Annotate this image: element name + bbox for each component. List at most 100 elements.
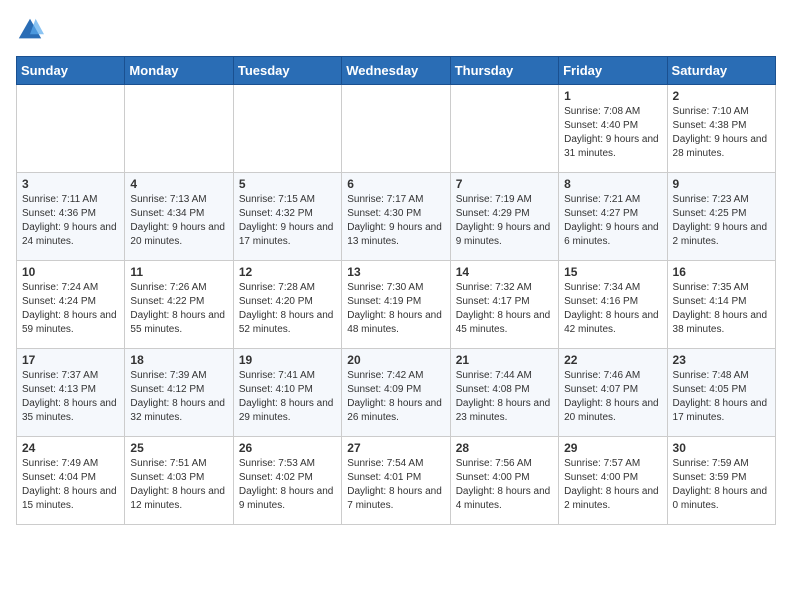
day-number: 11 — [130, 265, 227, 279]
day-number: 25 — [130, 441, 227, 455]
calendar-cell: 23 Sunrise: 7:48 AM Sunset: 4:05 PM Dayli… — [667, 349, 775, 437]
day-info: Sunrise: 7:32 AM Sunset: 4:17 PM Dayligh… — [456, 281, 553, 337]
day-number: 22 — [564, 353, 661, 367]
calendar-cell: 13 Sunrise: 7:30 AM Sunset: 4:19 PM Dayli… — [342, 261, 450, 349]
day-number: 16 — [673, 265, 770, 279]
calendar-cell — [342, 85, 450, 173]
page-header — [16, 16, 776, 44]
calendar-cell: 14 Sunrise: 7:32 AM Sunset: 4:17 PM Dayli… — [450, 261, 558, 349]
calendar-cell — [17, 85, 125, 173]
day-number: 2 — [673, 89, 770, 103]
weekday-header-saturday: Saturday — [667, 57, 775, 85]
calendar-cell: 10 Sunrise: 7:24 AM Sunset: 4:24 PM Dayli… — [17, 261, 125, 349]
day-info: Sunrise: 7:37 AM Sunset: 4:13 PM Dayligh… — [22, 369, 119, 425]
weekday-header-wednesday: Wednesday — [342, 57, 450, 85]
calendar-header-row: SundayMondayTuesdayWednesdayThursdayFrid… — [17, 57, 776, 85]
calendar-cell: 7 Sunrise: 7:19 AM Sunset: 4:29 PM Daylig… — [450, 173, 558, 261]
day-number: 26 — [239, 441, 336, 455]
calendar-week-row: 24 Sunrise: 7:49 AM Sunset: 4:04 PM Dayli… — [17, 437, 776, 525]
day-number: 23 — [673, 353, 770, 367]
calendar-cell: 8 Sunrise: 7:21 AM Sunset: 4:27 PM Daylig… — [559, 173, 667, 261]
day-info: Sunrise: 7:49 AM Sunset: 4:04 PM Dayligh… — [22, 457, 119, 513]
logo-icon — [16, 16, 44, 44]
calendar-week-row: 1 Sunrise: 7:08 AM Sunset: 4:40 PM Daylig… — [17, 85, 776, 173]
day-number: 6 — [347, 177, 444, 191]
day-info: Sunrise: 7:51 AM Sunset: 4:03 PM Dayligh… — [130, 457, 227, 513]
weekday-header-friday: Friday — [559, 57, 667, 85]
day-number: 28 — [456, 441, 553, 455]
day-info: Sunrise: 7:41 AM Sunset: 4:10 PM Dayligh… — [239, 369, 336, 425]
day-number: 30 — [673, 441, 770, 455]
calendar-cell: 3Sunrise: 7:11 AM Sunset: 4:36 PM Daylig… — [17, 173, 125, 261]
day-info: Sunrise: 7:21 AM Sunset: 4:27 PM Dayligh… — [564, 193, 661, 249]
calendar-cell: 4 Sunrise: 7:13 AM Sunset: 4:34 PM Daylig… — [125, 173, 233, 261]
calendar-cell: 9 Sunrise: 7:23 AM Sunset: 4:25 PM Daylig… — [667, 173, 775, 261]
day-number: 4 — [130, 177, 227, 191]
calendar-cell: 6 Sunrise: 7:17 AM Sunset: 4:30 PM Daylig… — [342, 173, 450, 261]
day-number: 14 — [456, 265, 553, 279]
day-info: Sunrise: 7:54 AM Sunset: 4:01 PM Dayligh… — [347, 457, 444, 513]
calendar-cell: 29Sunrise: 7:57 AM Sunset: 4:00 PM Dayli… — [559, 437, 667, 525]
calendar-cell: 2Sunrise: 7:10 AM Sunset: 4:38 PM Daylig… — [667, 85, 775, 173]
calendar-cell — [125, 85, 233, 173]
calendar-cell: 26 Sunrise: 7:53 AM Sunset: 4:02 PM Dayli… — [233, 437, 341, 525]
day-info: Sunrise: 7:48 AM Sunset: 4:05 PM Dayligh… — [673, 369, 770, 425]
day-info: Sunrise: 7:39 AM Sunset: 4:12 PM Dayligh… — [130, 369, 227, 425]
day-number: 21 — [456, 353, 553, 367]
day-info: Sunrise: 7:30 AM Sunset: 4:19 PM Dayligh… — [347, 281, 444, 337]
day-number: 17 — [22, 353, 119, 367]
day-info: Sunrise: 7:56 AM Sunset: 4:00 PM Dayligh… — [456, 457, 553, 513]
day-number: 24 — [22, 441, 119, 455]
day-number: 19 — [239, 353, 336, 367]
day-number: 15 — [564, 265, 661, 279]
day-info: Sunrise: 7:08 AM Sunset: 4:40 PM Dayligh… — [564, 105, 661, 161]
calendar-cell: 12 Sunrise: 7:28 AM Sunset: 4:20 PM Dayli… — [233, 261, 341, 349]
day-number: 20 — [347, 353, 444, 367]
day-number: 13 — [347, 265, 444, 279]
day-info: Sunrise: 7:28 AM Sunset: 4:20 PM Dayligh… — [239, 281, 336, 337]
calendar-cell: 17 Sunrise: 7:37 AM Sunset: 4:13 PM Dayli… — [17, 349, 125, 437]
day-number: 10 — [22, 265, 119, 279]
day-number: 9 — [673, 177, 770, 191]
calendar-cell: 30 Sunrise: 7:59 AM Sunset: 3:59 PM Dayli… — [667, 437, 775, 525]
calendar-cell: 27 Sunrise: 7:54 AM Sunset: 4:01 PM Dayli… — [342, 437, 450, 525]
calendar-cell: 20 Sunrise: 7:42 AM Sunset: 4:09 PM Dayli… — [342, 349, 450, 437]
calendar-cell: 11 Sunrise: 7:26 AM Sunset: 4:22 PM Dayli… — [125, 261, 233, 349]
day-number: 5 — [239, 177, 336, 191]
weekday-header-sunday: Sunday — [17, 57, 125, 85]
day-info: Sunrise: 7:34 AM Sunset: 4:16 PM Dayligh… — [564, 281, 661, 337]
day-info: Sunrise: 7:24 AM Sunset: 4:24 PM Dayligh… — [22, 281, 119, 337]
calendar-week-row: 10 Sunrise: 7:24 AM Sunset: 4:24 PM Dayli… — [17, 261, 776, 349]
calendar-cell — [450, 85, 558, 173]
day-number: 18 — [130, 353, 227, 367]
calendar-cell: 22Sunrise: 7:46 AM Sunset: 4:07 PM Dayli… — [559, 349, 667, 437]
day-info: Sunrise: 7:19 AM Sunset: 4:29 PM Dayligh… — [456, 193, 553, 249]
weekday-header-monday: Monday — [125, 57, 233, 85]
day-info: Sunrise: 7:53 AM Sunset: 4:02 PM Dayligh… — [239, 457, 336, 513]
calendar-cell: 16Sunrise: 7:35 AM Sunset: 4:14 PM Dayli… — [667, 261, 775, 349]
calendar-week-row: 3Sunrise: 7:11 AM Sunset: 4:36 PM Daylig… — [17, 173, 776, 261]
calendar-cell — [233, 85, 341, 173]
day-info: Sunrise: 7:59 AM Sunset: 3:59 PM Dayligh… — [673, 457, 770, 513]
calendar-cell: 24 Sunrise: 7:49 AM Sunset: 4:04 PM Dayli… — [17, 437, 125, 525]
calendar-cell: 1 Sunrise: 7:08 AM Sunset: 4:40 PM Daylig… — [559, 85, 667, 173]
calendar-cell: 25 Sunrise: 7:51 AM Sunset: 4:03 PM Dayli… — [125, 437, 233, 525]
calendar-cell: 19 Sunrise: 7:41 AM Sunset: 4:10 PM Dayli… — [233, 349, 341, 437]
day-number: 12 — [239, 265, 336, 279]
weekday-header-thursday: Thursday — [450, 57, 558, 85]
day-number: 1 — [564, 89, 661, 103]
calendar-week-row: 17 Sunrise: 7:37 AM Sunset: 4:13 PM Dayli… — [17, 349, 776, 437]
calendar-table: SundayMondayTuesdayWednesdayThursdayFrid… — [16, 56, 776, 525]
day-info: Sunrise: 7:13 AM Sunset: 4:34 PM Dayligh… — [130, 193, 227, 249]
calendar-cell: 5 Sunrise: 7:15 AM Sunset: 4:32 PM Daylig… — [233, 173, 341, 261]
day-info: Sunrise: 7:15 AM Sunset: 4:32 PM Dayligh… — [239, 193, 336, 249]
logo — [16, 16, 48, 44]
day-number: 27 — [347, 441, 444, 455]
day-info: Sunrise: 7:17 AM Sunset: 4:30 PM Dayligh… — [347, 193, 444, 249]
day-info: Sunrise: 7:26 AM Sunset: 4:22 PM Dayligh… — [130, 281, 227, 337]
day-number: 7 — [456, 177, 553, 191]
day-info: Sunrise: 7:42 AM Sunset: 4:09 PM Dayligh… — [347, 369, 444, 425]
calendar-cell: 28 Sunrise: 7:56 AM Sunset: 4:00 PM Dayli… — [450, 437, 558, 525]
day-info: Sunrise: 7:23 AM Sunset: 4:25 PM Dayligh… — [673, 193, 770, 249]
day-number: 8 — [564, 177, 661, 191]
